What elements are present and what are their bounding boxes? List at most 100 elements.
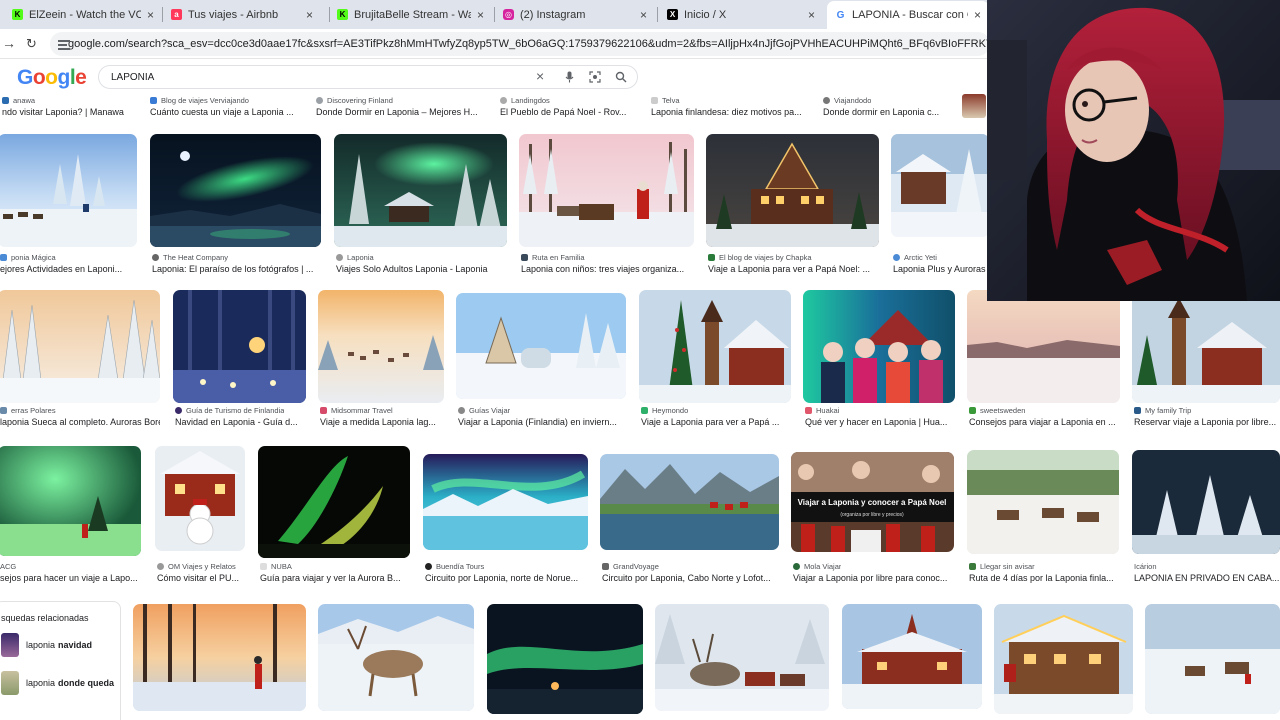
result-image — [891, 134, 989, 237]
lens-icon[interactable] — [589, 71, 601, 83]
site-favicon — [602, 563, 609, 570]
site-favicon — [2, 97, 9, 104]
result-image — [967, 450, 1119, 554]
result-image — [600, 454, 779, 550]
site-favicon — [969, 407, 976, 414]
site-favicon — [157, 563, 164, 570]
result-image — [150, 134, 321, 247]
result-card[interactable]: Huakai Qué ver y hacer en Laponia | Hua.… — [803, 290, 956, 430]
result-card[interactable]: Arctic Yeti Laponia Plus y Auroras — [891, 134, 991, 274]
result-card[interactable]: My family Trip Reservar viaje a Laponia … — [1132, 290, 1280, 430]
site-favicon — [316, 97, 323, 104]
clear-icon[interactable]: × — [536, 68, 544, 84]
tab-kick-brujitabelle[interactable]: K BrujitaBelle Stream - Watch Liv × — [329, 2, 492, 27]
tab-instagram[interactable]: ◎ (2) Instagram × — [495, 2, 655, 27]
google-logo[interactable]: Google — [17, 66, 87, 90]
result-image — [0, 290, 160, 403]
site-favicon — [1134, 407, 1141, 414]
result-card[interactable]: sweetsweden Consejos para viajar a Lapon… — [967, 290, 1121, 430]
result-card[interactable] — [1145, 604, 1280, 714]
screen: K ElZeein - Watch the VOD on Ki × a Tus … — [0, 0, 1280, 720]
reload-icon[interactable]: ↻ — [26, 36, 37, 52]
result-image — [842, 604, 982, 709]
related-thumbnail — [1, 671, 19, 695]
result-card[interactable]: El blog de viajes by Chapka Viaje a Lapo… — [706, 134, 880, 274]
result-card[interactable]: OM Viajes y Relatos Cómo visitar el PU..… — [155, 446, 246, 586]
result-card[interactable]: anawa ndo visitar Laponia? | Manawa — [0, 94, 140, 120]
result-image — [994, 604, 1133, 714]
result-card[interactable]: The Heat Company Laponia: El paraíso de … — [150, 134, 322, 274]
result-card[interactable]: erras Polares laponia Sueca al completo.… — [0, 290, 161, 430]
result-image — [173, 290, 306, 403]
google-icon: G — [835, 9, 846, 21]
result-card[interactable]: Discovering Finland Donde Dormir en Lapo… — [314, 94, 494, 120]
instagram-icon: ◎ — [503, 9, 514, 20]
tab-google-laponia[interactable]: G LAPONIA - Buscar con Google × — [827, 1, 989, 29]
result-card[interactable]: ponia Mágica ejores Actividades en Lapon… — [0, 134, 138, 274]
result-card[interactable] — [318, 604, 475, 714]
close-tab-icon[interactable]: × — [974, 8, 981, 22]
result-image — [1145, 604, 1280, 714]
result-card[interactable]: Icárion LAPONIA EN PRIVADO EN CABA... — [1132, 446, 1280, 586]
webcam-overlay — [987, 0, 1280, 301]
site-favicon — [152, 254, 159, 261]
result-image — [0, 446, 141, 556]
result-card[interactable] — [655, 604, 830, 714]
close-tab-icon[interactable]: × — [808, 8, 815, 22]
result-image — [639, 290, 791, 403]
result-card[interactable]: NUBA Guía para viajar y ver la Aurora B.… — [258, 446, 411, 586]
related-search-donde-queda[interactable]: laponia donde queda — [1, 670, 116, 696]
close-tab-icon[interactable]: × — [640, 8, 647, 22]
image-overlay-title: Viajar a Laponia y conocer a Papá Noel — [798, 498, 947, 507]
result-card[interactable] — [994, 604, 1134, 714]
result-image — [962, 94, 986, 118]
tab-kick-elzeein[interactable]: K ElZeein - Watch the VOD on Ki × — [4, 2, 162, 27]
tab-x[interactable]: X Inicio / X × — [659, 2, 823, 27]
close-tab-icon[interactable]: × — [147, 8, 154, 22]
tab-divider — [657, 7, 658, 22]
result-card[interactable]: Llegar sin avisar Ruta de 4 días por la … — [967, 446, 1120, 586]
x-icon: X — [667, 9, 678, 20]
site-favicon — [969, 563, 976, 570]
result-card[interactable]: Guías Viajar Viajar a Laponia (Finlandia… — [456, 290, 627, 430]
result-card[interactable]: Blog de viajes Verviajando Cuánto cuesta… — [148, 94, 308, 120]
result-image — [487, 604, 643, 714]
result-image — [133, 604, 306, 711]
result-card[interactable]: Viajar a Laponia y conocer a Papá Noel (… — [791, 446, 955, 586]
site-favicon — [336, 254, 343, 261]
result-card[interactable] — [133, 604, 307, 714]
result-card[interactable]: GrandVoyage Circuito por Laponia, Cabo N… — [600, 446, 780, 586]
microphone-icon[interactable] — [565, 71, 574, 83]
result-card[interactable]: Landingdos El Pueblo de Papá Noel - Rov.… — [498, 94, 638, 120]
forward-icon[interactable]: → — [2, 35, 16, 51]
result-card[interactable]: Buendía Tours Circuito por Laponia, nort… — [423, 446, 589, 586]
result-card[interactable]: Ruta en Familia Laponia con niños: tres … — [519, 134, 695, 274]
result-card[interactable] — [842, 604, 983, 714]
result-image — [803, 290, 955, 403]
result-card[interactable]: Midsommar Travel Viaje a medida Laponia … — [318, 290, 445, 430]
result-card[interactable]: Telva Laponia finlandesa: diez motivos p… — [649, 94, 809, 120]
tab-airbnb[interactable]: a Tus viajes - Airbnb × — [163, 2, 321, 27]
result-image — [706, 134, 879, 247]
search-box: × — [98, 65, 638, 89]
result-image: Viajar a Laponia y conocer a Papá Noel (… — [791, 452, 954, 552]
kick-icon: K — [337, 9, 348, 20]
result-card[interactable]: Heymondo Viaje a Laponia para ver a Papá… — [639, 290, 792, 430]
search-icon[interactable] — [615, 71, 627, 83]
result-card[interactable]: Viajandodo Donde dormir en Laponia c... — [821, 94, 951, 120]
result-thumbnail[interactable] — [962, 94, 986, 118]
result-card[interactable]: Guía de Turismo de Finlandia Navidad en … — [173, 290, 307, 430]
result-card[interactable] — [487, 604, 644, 714]
result-image — [318, 290, 444, 403]
close-tab-icon[interactable]: × — [306, 8, 313, 22]
site-favicon — [651, 97, 658, 104]
address-bar[interactable]: google.com/search?sca_esv=dcc0ce3d0aae17… — [50, 32, 990, 56]
airbnb-icon: a — [171, 9, 182, 20]
result-image — [0, 134, 137, 247]
result-card[interactable]: Laponia Viajes Solo Adultos Laponia - La… — [334, 134, 508, 274]
search-input[interactable] — [111, 71, 511, 83]
result-image — [655, 604, 829, 711]
related-search-navidad[interactable]: laponia navidad — [1, 632, 116, 658]
close-tab-icon[interactable]: × — [477, 8, 484, 22]
result-card[interactable]: ACG sejos para hacer un viaje a Lapo... — [0, 446, 142, 586]
